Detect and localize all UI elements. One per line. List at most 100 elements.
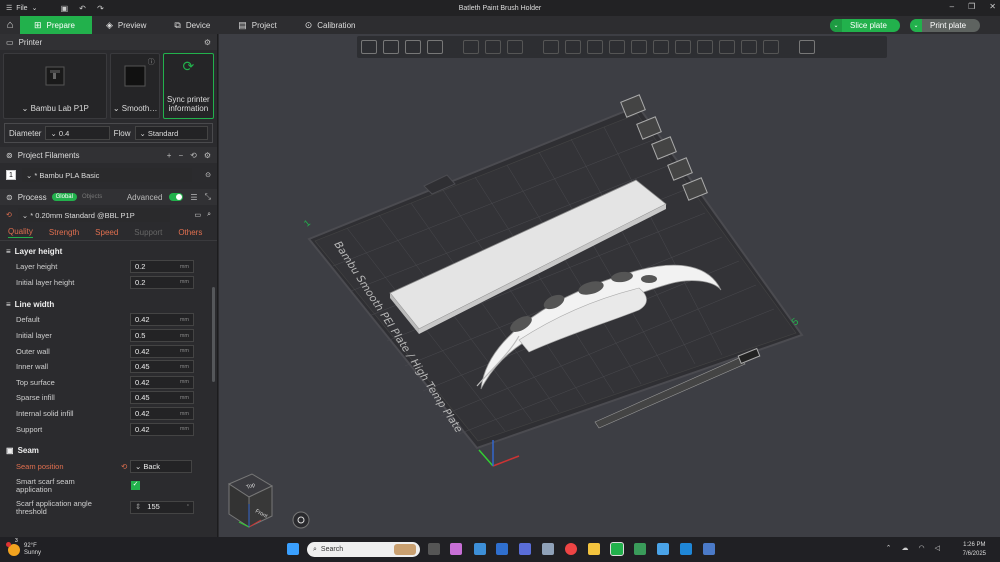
volume-icon[interactable]: ◁ [935,544,940,552]
fit-view-icon[interactable] [292,511,310,529]
app-icon[interactable] [703,543,715,555]
file-menu[interactable]: ☰ File ⌄ [0,4,37,13]
param-input[interactable]: 0.45 mm [130,360,194,374]
printer-selector[interactable]: ⌄ Bambu Lab P1P [3,53,108,119]
layers-icon[interactable] [485,40,501,54]
cut-icon[interactable] [631,40,647,54]
subtab-strength[interactable]: Strength [49,228,79,237]
lay-on-face-icon[interactable] [609,40,625,54]
close-icon[interactable]: ✕ [989,2,996,11]
seam-position-select[interactable]: ⌄ Back [130,460,192,474]
arrange-icon[interactable] [427,40,443,54]
global-toggle[interactable]: Global [51,193,77,201]
subtab-others[interactable]: Others [178,228,202,237]
wifi-icon[interactable]: ◠ [919,544,925,552]
rotate-icon[interactable] [565,40,581,54]
tab-preview[interactable]: ◈ Preview [92,16,160,34]
chrome-icon[interactable] [565,543,577,555]
filament-select[interactable]: ⌄ * Bambu PLA Basic [22,168,192,182]
process-preset-select[interactable]: ⌄ * 0.20mm Standard @BBL P1P [17,208,170,222]
restore-icon[interactable]: ❐ [968,2,975,11]
measure-icon[interactable] [741,40,757,54]
filament-row[interactable]: 1 ⌄ * Bambu PLA Basic ⊙ [0,166,217,184]
file-explorer-icon[interactable] [588,543,600,555]
subtab-quality[interactable]: Quality [8,227,33,238]
slice-plate-button[interactable]: ⌄ Slice plate [830,19,900,32]
subtab-support[interactable]: Support [134,228,162,237]
stepper-icon[interactable]: ⇕ [135,503,141,511]
plate-selector[interactable]: ⓘ ⌄ Smooth… [110,53,160,119]
app-icon[interactable] [542,543,554,555]
sync-printer-button[interactable]: ⟳ Sync printer information [162,53,214,119]
reset-icon[interactable]: ⟲ [6,211,12,219]
add-icon[interactable]: + [167,151,172,160]
3d-viewport[interactable]: Bambu Smooth PEI Plate / High Temp Plate… [219,34,1000,537]
build-plate-scene[interactable]: Bambu Smooth PEI Plate / High Temp Plate… [219,34,1000,537]
assembly-view-icon[interactable] [799,40,815,54]
angle-stepper[interactable]: ⇕ 155 ° [130,500,194,514]
checkbox-icon[interactable]: ✓ [131,480,140,490]
undo-icon[interactable]: ↶ [77,3,87,13]
app-icon[interactable] [680,543,692,555]
scale-icon[interactable] [587,40,603,54]
tab-calibration[interactable]: ⊙ Calibration [291,16,370,34]
param-input[interactable]: 0.42 mm [130,422,194,436]
app-icon[interactable] [634,543,646,555]
bambu-studio-icon[interactable] [610,542,624,556]
variable-height-icon[interactable] [507,40,523,54]
gear-icon[interactable]: ⚙ [204,151,211,160]
split-icon[interactable] [463,40,479,54]
diameter-select[interactable]: ⌄ 0.4 [45,126,110,140]
move-icon[interactable] [543,40,559,54]
redo-icon[interactable]: ↷ [95,3,105,13]
chevron-down-icon[interactable]: ⌄ [830,19,842,32]
app-icon[interactable] [496,543,508,555]
sync-filament-icon[interactable]: ⟲ [190,151,197,160]
copilot-icon[interactable] [450,543,462,555]
app-icon[interactable] [657,543,669,555]
tab-prepare[interactable]: ⊞ Prepare [20,16,92,34]
start-icon[interactable] [287,543,299,555]
advanced-switch[interactable] [169,193,184,201]
param-input[interactable]: 0.42 mm [130,313,194,327]
edit-filament-icon[interactable]: ⊙ [205,171,211,179]
orient-icon[interactable] [405,40,421,54]
print-plate-button[interactable]: ⌄ Print plate [910,19,980,32]
param-input[interactable]: 0.2 mm [130,260,194,274]
sidebar-scrollbar[interactable] [212,287,215,382]
weather-widget[interactable]: 3 92°F Sunny [0,538,41,557]
param-input[interactable]: 0.42 mm [130,344,194,358]
info-icon[interactable]: ⓘ [148,57,155,67]
save-preset-icon[interactable]: ▭ [194,211,201,219]
remove-icon[interactable]: − [178,151,183,160]
chevron-down-icon[interactable]: ⌄ [910,19,922,32]
mesh-boolean-icon[interactable] [653,40,669,54]
seam-paint-icon[interactable] [697,40,713,54]
compare-icon[interactable]: ⤡ [205,192,211,202]
taskbar-clock[interactable]: 1:26 PM 7/6/2025 [963,541,986,559]
param-input[interactable]: 0.42 mm [130,375,194,389]
param-input[interactable]: 0.5 mm [130,329,194,343]
reset-icon[interactable]: ⟲ [121,462,127,471]
taskbar-search[interactable]: ⌕ Search [307,542,420,557]
home-icon[interactable]: ⌂ [0,16,20,34]
minimize-icon[interactable]: – [950,2,954,11]
chevron-up-icon[interactable]: ⌃ [886,544,892,552]
list-icon[interactable]: ☰ [190,193,197,202]
tab-device[interactable]: ⧉ Device [160,16,224,34]
flow-select[interactable]: ⌄ Standard [134,126,208,140]
add-object-icon[interactable] [361,40,377,54]
app-icon[interactable] [474,543,486,555]
support-paint-icon[interactable] [675,40,691,54]
objects-toggle[interactable]: Objects [82,194,102,200]
save-icon[interactable]: ▣ [59,3,69,13]
view-cube[interactable]: Top Front [227,473,274,528]
cloud-icon[interactable]: ☁ [902,544,909,552]
text-icon[interactable] [719,40,735,54]
gear-icon[interactable]: ⚙ [204,38,211,47]
subtab-speed[interactable]: Speed [95,228,118,237]
search-icon[interactable]: ⌕ [207,211,211,219]
param-input[interactable]: 0.45 mm [130,391,194,405]
param-input[interactable]: 0.42 mm [130,407,194,421]
app-icon[interactable] [519,543,531,555]
